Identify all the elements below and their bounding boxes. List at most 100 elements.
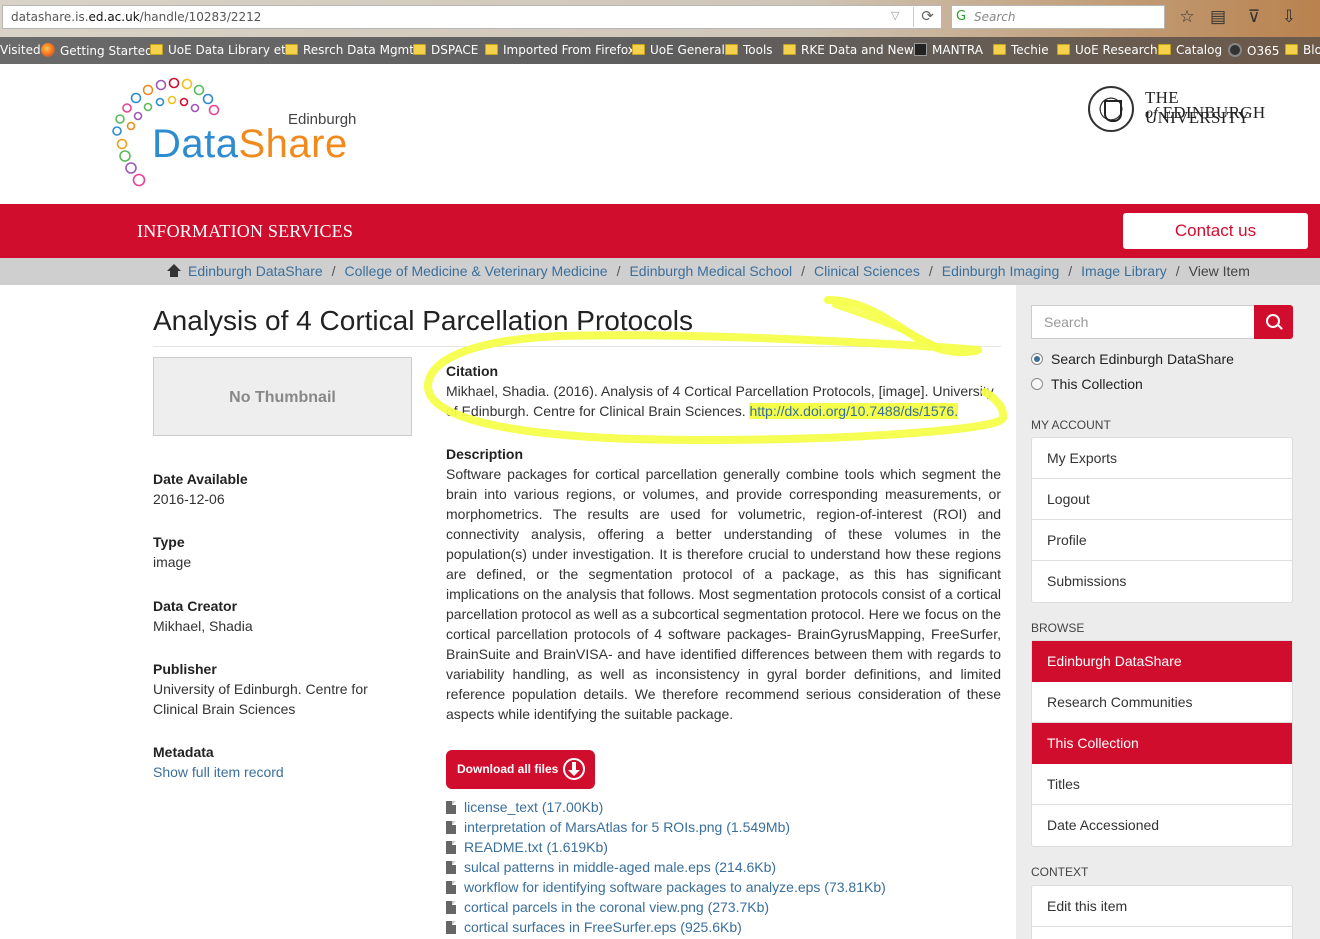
thumbnail-placeholder: No Thumbnail — [153, 357, 412, 436]
breadcrumb-current: View Item — [1188, 263, 1250, 279]
folder-icon — [150, 44, 163, 55]
bookmark-getting-started[interactable]: Getting Started — [41, 43, 153, 58]
file-link[interactable]: cortical parcels in the coronal view.png… — [464, 899, 769, 915]
mantra-icon — [914, 43, 927, 56]
context-list: Edit this item — [1031, 885, 1293, 939]
browser-search-input[interactable]: G Search — [951, 5, 1165, 29]
pocket-icon[interactable]: ⊽ — [1243, 6, 1265, 28]
search-engine-icon[interactable]: G — [956, 9, 966, 24]
university-logo[interactable]: THE UNIVERSITY of EDINBURGH — [1088, 84, 1288, 132]
bookmark-folder[interactable]: Catalog — [1158, 43, 1222, 57]
bookmark-folder[interactable]: Tools — [725, 43, 773, 57]
bookmark-star-icon[interactable]: ☆ — [1176, 6, 1198, 28]
description-label: Description — [446, 446, 524, 462]
file-icon — [446, 801, 456, 814]
radio-unselected-icon[interactable] — [1031, 378, 1043, 390]
bookmark-folder[interactable]: UoE General — [632, 43, 725, 57]
o365-icon — [1228, 43, 1242, 57]
breadcrumb-link[interactable]: Edinburgh Imaging — [942, 263, 1060, 279]
datashare-logo[interactable]: Edinburgh DataShare — [108, 76, 368, 188]
reading-list-icon[interactable]: ▤ — [1207, 6, 1229, 28]
sidebar-item-my-exports[interactable]: My Exports — [1032, 438, 1292, 479]
contact-us-button[interactable]: Contact us — [1123, 213, 1308, 249]
file-item: cortical surfaces in FreeSurfer.eps (925… — [446, 917, 886, 937]
bookmark-folder[interactable]: Blo — [1285, 43, 1320, 57]
show-full-record-link[interactable]: Show full item record — [153, 764, 284, 780]
sidebar-item-date-accessioned[interactable]: Date Accessioned — [1032, 805, 1292, 846]
sidebar-item-edit-item[interactable]: Edit this item — [1032, 886, 1292, 927]
folder-icon — [413, 44, 426, 55]
url-dropdown-icon[interactable]: ▽ — [891, 9, 899, 22]
file-item: sulcal patterns in middle-aged male.eps … — [446, 857, 886, 877]
address-bar[interactable]: datashare.is.ed.ac.uk/handle/10283/2212 … — [2, 5, 942, 29]
file-link[interactable]: workflow for identifying software packag… — [464, 879, 886, 895]
folder-icon — [725, 44, 738, 55]
breadcrumb-link[interactable]: Clinical Sciences — [814, 263, 920, 279]
scope-all-radio[interactable]: Search Edinburgh DataShare — [1031, 351, 1234, 367]
folder-icon — [285, 44, 298, 55]
sidebar-item-logout[interactable]: Logout — [1032, 479, 1292, 520]
radio-selected-icon[interactable] — [1031, 353, 1043, 365]
bookmark-folder[interactable]: UoE Research — [1057, 43, 1158, 57]
scope-collection-radio[interactable]: This Collection — [1031, 376, 1143, 392]
page-title: Analysis of 4 Cortical Parcellation Prot… — [153, 305, 694, 336]
file-link[interactable]: sulcal patterns in middle-aged male.eps … — [464, 859, 776, 875]
file-link[interactable]: cortical surfaces in FreeSurfer.eps (925… — [464, 919, 742, 935]
bookmark-visited[interactable]: Visited — [0, 43, 41, 57]
sidebar-item-this-collection[interactable]: This Collection — [1032, 723, 1292, 764]
file-link[interactable]: interpretation of MarsAtlas for 5 ROIs.p… — [464, 819, 790, 835]
firefox-icon — [41, 43, 55, 57]
bookmark-folder[interactable]: UoE Data Library etc — [150, 43, 292, 57]
my-account-list: My Exports Logout Profile Submissions — [1031, 437, 1293, 603]
bookmark-folder[interactable]: RKE Data and News — [783, 43, 920, 57]
download-circle-icon — [563, 758, 585, 780]
browse-list: Edinburgh DataShare Research Communities… — [1031, 640, 1293, 847]
description-text: Software packages for cortical parcellat… — [446, 466, 1001, 722]
sidebar-item-submissions[interactable]: Submissions — [1032, 561, 1292, 602]
breadcrumb-link[interactable]: Edinburgh DataShare — [188, 263, 323, 279]
bookmark-mantra[interactable]: MANTRA — [914, 43, 983, 57]
file-item: license_text (17.00Kb) — [446, 797, 886, 817]
logo-datashare-text: DataShare — [152, 122, 348, 166]
file-icon — [446, 861, 456, 874]
bookmark-folder[interactable]: Resrch Data Mgmt — [285, 43, 414, 57]
breadcrumb: Edinburgh DataShare / College of Medicine … — [0, 258, 1320, 285]
folder-icon — [1057, 44, 1070, 55]
browser-toolbar: datashare.is.ed.ac.uk/handle/10283/2212 … — [0, 0, 1320, 37]
sidebar-search-input[interactable]: Search — [1031, 305, 1255, 339]
description-section: Description Software packages for cortic… — [446, 444, 1001, 724]
file-link[interactable]: README.txt (1.619Kb) — [464, 839, 608, 855]
sidebar-item-research-communities[interactable]: Research Communities — [1032, 682, 1292, 723]
sidebar-item-edinburgh-datashare[interactable]: Edinburgh DataShare — [1032, 641, 1292, 682]
download-arrow-icon[interactable]: ⇩ — [1278, 6, 1300, 28]
file-icon — [446, 901, 456, 914]
citation-section: Citation Mikhael, Shadia. (2016). Analys… — [446, 361, 1001, 421]
search-button[interactable] — [1254, 305, 1293, 339]
breadcrumb-link[interactable]: Image Library — [1081, 263, 1167, 279]
file-item: README.txt (1.619Kb) — [446, 837, 886, 857]
folder-icon — [632, 44, 645, 55]
my-account-heading: MY ACCOUNT — [1031, 418, 1111, 432]
sidebar-item-profile[interactable]: Profile — [1032, 520, 1292, 561]
bookmark-folder[interactable]: Techie — [993, 43, 1049, 57]
breadcrumb-link[interactable]: College of Medicine & Veterinary Medicin… — [345, 263, 608, 279]
header-bar: INFORMATION SERVICES Contact us — [0, 204, 1320, 258]
citation-doi-link[interactable]: http://dx.doi.org/10.7488/ds/1576. — [749, 403, 959, 419]
browse-heading: BROWSE — [1031, 621, 1085, 635]
sidebar-item-titles[interactable]: Titles — [1032, 764, 1292, 805]
download-all-button[interactable]: Download all files — [446, 750, 595, 789]
file-item: workflow for identifying software packag… — [446, 877, 886, 897]
reload-icon[interactable]: ⟳ — [913, 7, 941, 27]
sidebar-item-next[interactable] — [1032, 927, 1292, 939]
information-services-link[interactable]: INFORMATION SERVICES — [137, 221, 353, 242]
bookmark-folder[interactable]: DSPACE — [413, 43, 478, 57]
sidebar: Search Search Edinburgh DataShare This C… — [1016, 285, 1320, 939]
bookmark-o365[interactable]: O365 — [1228, 43, 1279, 58]
metadata-field: Metadata Show full item record — [153, 744, 284, 780]
breadcrumb-link[interactable]: Edinburgh Medical School — [629, 263, 792, 279]
file-link[interactable]: license_text (17.00Kb) — [464, 799, 603, 815]
home-icon[interactable] — [167, 264, 181, 277]
folder-icon — [783, 44, 796, 55]
bookmark-folder[interactable]: Imported From Firefox — [485, 43, 635, 57]
address-url[interactable]: datashare.is.ed.ac.uk/handle/10283/2212 — [11, 10, 261, 24]
